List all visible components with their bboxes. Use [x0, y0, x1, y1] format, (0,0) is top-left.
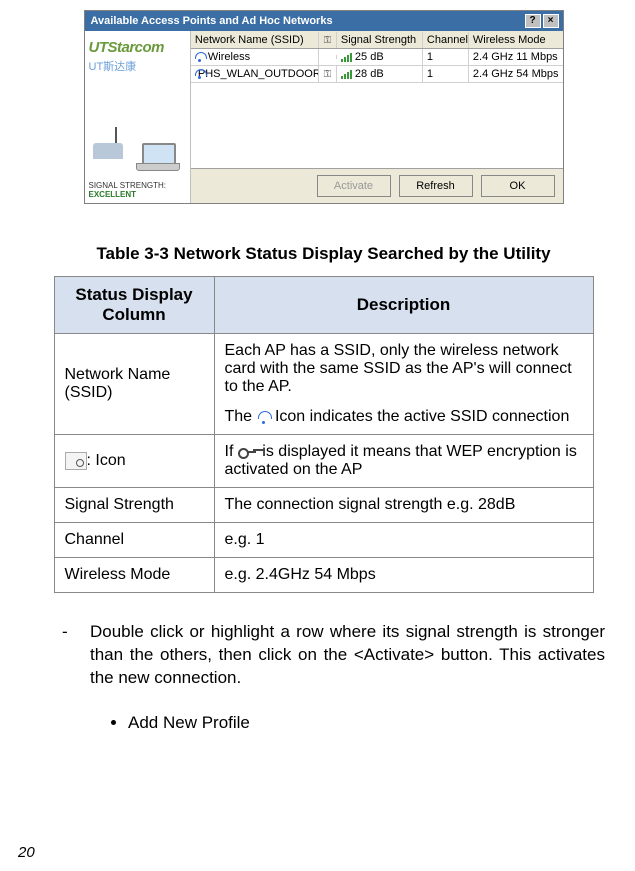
- dialog-sidebar: UTStarcom UT斯达康 SIGNAL STRENGTH: EXCELLE…: [85, 31, 191, 203]
- network-table-header: Network Name (SSID) ⚿ Signal Strength Ch…: [191, 31, 563, 49]
- cell-desc: Each AP has a SSID, only the wireless ne…: [214, 334, 593, 435]
- table-row: Wireless Mode e.g. 2.4GHz 54 Mbps: [54, 558, 593, 593]
- cell-desc: If is displayed it means that WEP encryp…: [214, 435, 593, 488]
- description-table: Status Display Column Description Networ…: [54, 276, 594, 593]
- table-caption: Table 3-3 Network Status Display Searche…: [30, 244, 617, 264]
- instruction-item: Double click or highlight a row where it…: [90, 621, 605, 690]
- devices-illustration: [89, 125, 186, 177]
- col-header-ssid[interactable]: Network Name (SSID): [191, 32, 319, 48]
- col-header-mode[interactable]: Wireless Mode: [469, 32, 563, 48]
- dialog-title: Available Access Points and Ad Hoc Netwo…: [91, 15, 333, 27]
- col-header-channel[interactable]: Channel: [423, 32, 469, 48]
- network-table-body: Wireless 25 dB 1 2.4 GHz 11 Mbps PHS_WLA…: [191, 49, 563, 168]
- brand-cn: UT斯达康: [89, 58, 186, 74]
- activate-button[interactable]: Activate: [317, 175, 391, 197]
- wifi-icon: [195, 52, 205, 62]
- key-column-icon: [65, 452, 87, 470]
- col-header-key-icon[interactable]: ⚿: [319, 32, 337, 48]
- wifi-icon: [257, 410, 271, 424]
- th-status-column: Status Display Column: [54, 277, 214, 334]
- help-button[interactable]: ?: [525, 14, 541, 28]
- close-button[interactable]: ×: [543, 14, 559, 28]
- table-row[interactable]: PHS_WLAN_OUTDOOR ⚿ 28 dB 1 2.4 GHz 54 Mb…: [191, 66, 563, 83]
- table-row: Network Name (SSID) Each AP has a SSID, …: [54, 334, 593, 435]
- signal-bars-icon: [341, 69, 352, 79]
- table-row: Signal Strength The connection signal st…: [54, 488, 593, 523]
- cell-desc: e.g. 2.4GHz 54 Mbps: [214, 558, 593, 593]
- refresh-button[interactable]: Refresh: [399, 175, 473, 197]
- key-icon: [238, 445, 258, 459]
- bullet-item: Add New Profile: [128, 712, 605, 735]
- cell-col: Channel: [54, 523, 214, 558]
- dialog-titlebar: Available Access Points and Ad Hoc Netwo…: [85, 11, 563, 31]
- table-row: : Icon If is displayed it means that WEP…: [54, 435, 593, 488]
- col-header-signal[interactable]: Signal Strength: [337, 32, 423, 48]
- cell-col: : Icon: [54, 435, 214, 488]
- body-text: Double click or highlight a row where it…: [30, 621, 617, 735]
- th-description: Description: [214, 277, 593, 334]
- table-row[interactable]: Wireless 25 dB 1 2.4 GHz 11 Mbps: [191, 49, 563, 66]
- signal-strength-readout: SIGNAL STRENGTH: EXCELLENT: [89, 181, 186, 199]
- ok-button[interactable]: OK: [481, 175, 555, 197]
- cell-col: Wireless Mode: [54, 558, 214, 593]
- signal-bars-icon: [341, 52, 352, 62]
- access-points-dialog: Available Access Points and Ad Hoc Netwo…: [84, 10, 564, 204]
- key-icon: ⚿: [324, 69, 332, 80]
- dialog-button-row: Activate Refresh OK: [191, 168, 563, 203]
- cell-desc: e.g. 1: [214, 523, 593, 558]
- cell-desc: The connection signal strength e.g. 28dB: [214, 488, 593, 523]
- brand-logo: UTStarcom: [89, 39, 186, 56]
- table-row: Channel e.g. 1: [54, 523, 593, 558]
- cell-col: Signal Strength: [54, 488, 214, 523]
- page-number: 20: [18, 844, 35, 861]
- cell-col: Network Name (SSID): [54, 334, 214, 435]
